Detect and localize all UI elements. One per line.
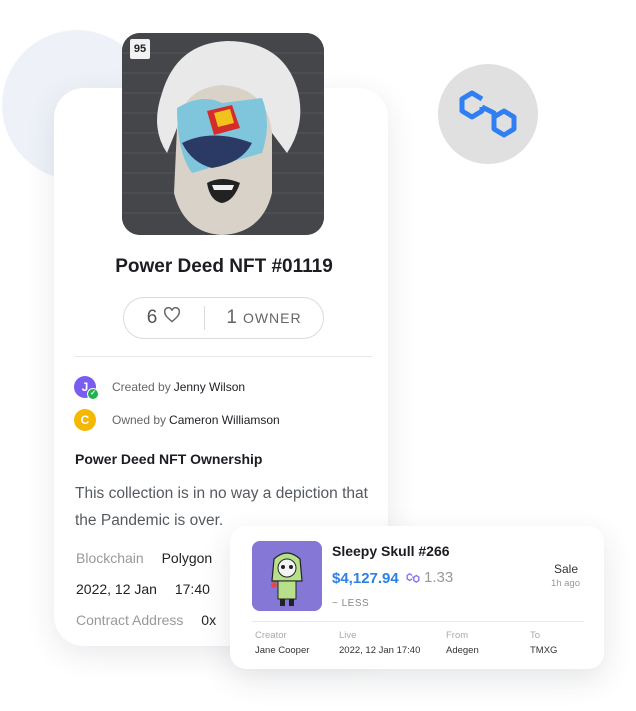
artwork-image bbox=[122, 33, 324, 235]
likes-button[interactable]: 6 bbox=[124, 306, 204, 329]
column-key: To bbox=[530, 630, 541, 641]
owners-count: 1 bbox=[226, 307, 237, 328]
column-key: From bbox=[446, 630, 469, 641]
blockchain-row: Blockchain Polygon bbox=[76, 550, 226, 566]
link-token-icon bbox=[406, 572, 420, 583]
creator-avatar: J ✓ bbox=[74, 376, 99, 400]
column-value[interactable]: Adegen bbox=[446, 645, 479, 656]
polygon-badge bbox=[438, 64, 538, 164]
artwork-badge: 95 bbox=[130, 39, 150, 59]
creator-name[interactable]: Jenny Wilson bbox=[174, 380, 245, 394]
date-row: 2022, 12 Jan 17:40 bbox=[76, 581, 224, 597]
contract-row: Contract Address 0x bbox=[76, 612, 230, 628]
transaction-card[interactable]: Sleepy Skull #266 $4,127.94 1.33 ~ LESS … bbox=[230, 526, 604, 669]
token-amount: 1.33 bbox=[424, 569, 454, 586]
contract-label: Contract Address bbox=[76, 612, 184, 628]
less-toggle[interactable]: ~ LESS bbox=[332, 598, 369, 609]
nft-title: Power Deed NFT #01119 bbox=[115, 256, 333, 277]
owner-avatar: C bbox=[74, 409, 96, 431]
transaction-price-usd: $4,127.94 bbox=[332, 570, 399, 587]
transaction-time-ago: 1h ago bbox=[550, 578, 580, 589]
blockchain-value: Polygon bbox=[161, 550, 213, 566]
owners-button[interactable]: 1 OWNER bbox=[205, 307, 323, 329]
date-value: 2022, 12 Jan bbox=[76, 581, 157, 597]
likes-count: 6 bbox=[146, 307, 158, 328]
time-value: 17:40 bbox=[174, 581, 210, 597]
contract-value[interactable]: 0x bbox=[201, 612, 216, 628]
to-column: To TMXG bbox=[530, 630, 557, 656]
creator-row[interactable]: J ✓ Created by Jenny Wilson bbox=[74, 376, 245, 400]
owners-label: OWNER bbox=[242, 310, 302, 326]
verified-check-icon: ✓ bbox=[87, 388, 99, 400]
owner-name[interactable]: Cameron Williamson bbox=[169, 413, 280, 427]
heart-icon bbox=[163, 306, 181, 329]
transaction-item-name[interactable]: Sleepy Skull #266 bbox=[332, 543, 450, 559]
from-column: From Adegen bbox=[446, 630, 479, 656]
polygon-logo-icon bbox=[459, 90, 517, 138]
owner-initial: C bbox=[80, 413, 90, 427]
live-column: Live 2022, 12 Jan 17:40 bbox=[339, 630, 420, 656]
column-value[interactable]: Jane Cooper bbox=[255, 645, 309, 656]
owned-by-label: Owned by bbox=[112, 413, 167, 427]
column-key: Live bbox=[339, 630, 357, 641]
transaction-price-token: 1.33 bbox=[406, 569, 453, 586]
created-by-label: Created by bbox=[112, 380, 171, 394]
ownership-heading: Power Deed NFT Ownership bbox=[75, 451, 263, 467]
creator-column: Creator Jane Cooper bbox=[255, 630, 309, 656]
blockchain-label: Blockchain bbox=[76, 550, 144, 566]
nft-artwork[interactable]: 95 bbox=[122, 33, 324, 235]
column-value: 2022, 12 Jan 17:40 bbox=[339, 645, 421, 656]
owner-row[interactable]: C Owned by Cameron Williamson bbox=[74, 409, 280, 431]
transaction-divider bbox=[252, 621, 584, 622]
transaction-type: Sale bbox=[553, 562, 578, 576]
transaction-thumbnail bbox=[252, 541, 322, 611]
stats-pill: 6 1 OWNER bbox=[123, 297, 324, 339]
card-divider bbox=[74, 356, 372, 357]
column-value[interactable]: TMXG bbox=[530, 645, 557, 656]
column-key: Creator bbox=[255, 630, 287, 641]
